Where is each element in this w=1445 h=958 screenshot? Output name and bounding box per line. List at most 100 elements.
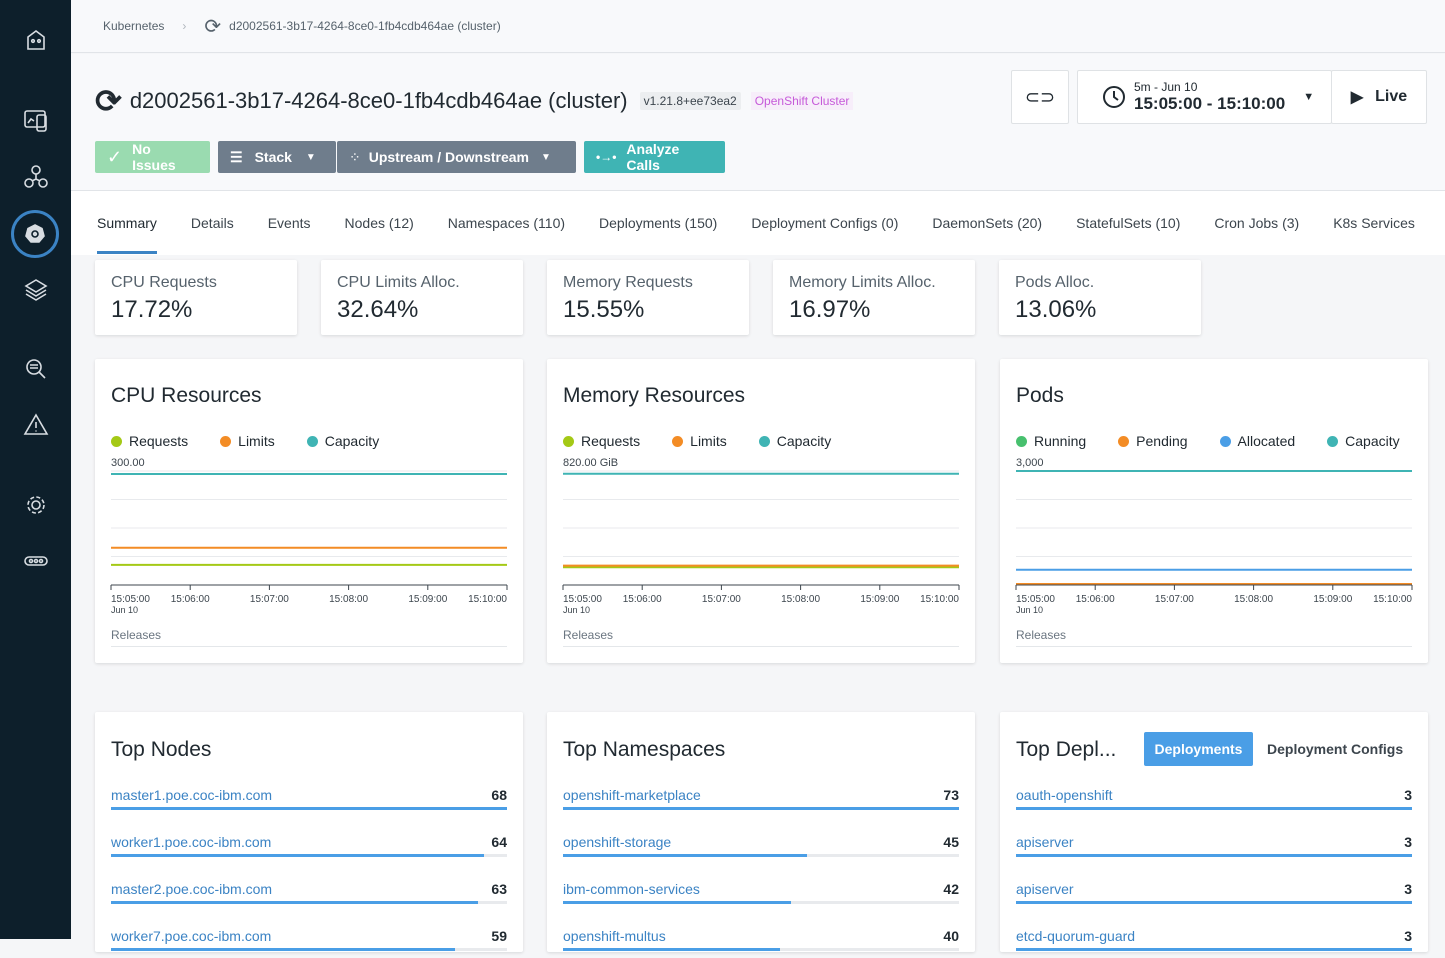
chart-plot: 15:05:00 15:06:00 15:07:00 15:08:00 15:09:00… bbox=[1015, 470, 1413, 615]
item-link[interactable]: worker1.poe.coc-ibm.com bbox=[111, 834, 271, 850]
stat-card: CPU Limits Alloc. 32.64% bbox=[321, 260, 523, 335]
check-icon: ✓ bbox=[107, 146, 123, 167]
caret-down-icon: ▼ bbox=[1303, 91, 1315, 103]
breadcrumb-kubernetes[interactable]: Kubernetes bbox=[103, 19, 164, 33]
x-tick-label: 15:05:00 bbox=[111, 594, 150, 605]
item-bar-fill bbox=[563, 948, 780, 951]
tab-deployment-configs-0[interactable]: Deployment Configs (0) bbox=[751, 215, 898, 231]
item-bar-fill bbox=[563, 807, 959, 810]
item-link[interactable]: master1.poe.coc-ibm.com bbox=[111, 787, 272, 803]
cluster-type-badge: OpenShift Cluster bbox=[750, 92, 854, 110]
no-issues-button[interactable]: ✓ No Issues bbox=[95, 141, 210, 173]
list-item: openshift-storage 45 bbox=[563, 834, 959, 864]
deployments-tab[interactable]: Deployments bbox=[1144, 732, 1253, 766]
item-link[interactable]: oauth-openshift bbox=[1016, 787, 1113, 803]
item-link[interactable]: openshift-multus bbox=[563, 928, 666, 944]
stat-value: 17.72% bbox=[111, 296, 193, 323]
x-tick-label: 15:07:00 bbox=[702, 594, 741, 605]
item-link[interactable]: master2.poe.coc-ibm.com bbox=[111, 881, 272, 897]
x-tick-label: 15:07:00 bbox=[250, 594, 289, 605]
logo-icon[interactable] bbox=[19, 24, 53, 58]
x-tick-label: 15:08:00 bbox=[1234, 594, 1273, 605]
list-item: ibm-common-services 42 bbox=[563, 881, 959, 911]
item-link[interactable]: openshift-marketplace bbox=[563, 787, 701, 803]
analyze-calls-button[interactable]: •→• Analyze Calls bbox=[584, 141, 725, 173]
time-range-picker[interactable]: 5m - Jun 10 15:05:00 - 15:10:00 ▼ bbox=[1077, 70, 1332, 124]
item-link[interactable]: worker7.poe.coc-ibm.com bbox=[111, 928, 271, 944]
chart-plot: 15:05:00 15:06:00 15:07:00 15:08:00 15:09:00… bbox=[110, 470, 508, 615]
tab-statefulsets-10[interactable]: StatefulSets (10) bbox=[1076, 215, 1180, 231]
stat-label: Memory Requests bbox=[563, 274, 693, 291]
stack-icon: ☰ bbox=[230, 148, 243, 165]
stat-value: 13.06% bbox=[1015, 296, 1097, 323]
stat-label: Pods Alloc. bbox=[1015, 274, 1095, 291]
tab-details[interactable]: Details bbox=[191, 215, 234, 231]
search-analytics-icon[interactable] bbox=[19, 352, 53, 386]
stack-layers-icon[interactable] bbox=[19, 273, 53, 307]
infrastructure-icon[interactable] bbox=[19, 160, 53, 194]
stat-value: 15.55% bbox=[563, 296, 645, 323]
tab-summary[interactable]: Summary bbox=[97, 215, 157, 254]
tab-namespaces-110[interactable]: Namespaces (110) bbox=[448, 215, 565, 231]
stack-button[interactable]: ☰ Stack ▼ bbox=[218, 141, 336, 173]
more-icon[interactable] bbox=[19, 544, 53, 578]
list-item: oauth-openshift 3 bbox=[1016, 787, 1412, 817]
x-tick-label: 15:10:00 bbox=[468, 594, 507, 605]
tab-cron-jobs-3[interactable]: Cron Jobs (3) bbox=[1214, 215, 1299, 231]
x-tick-label: 15:10:00 bbox=[920, 594, 959, 605]
tab-bar: Summary Details Events Nodes (12) Namespaces… bbox=[71, 190, 1445, 255]
settings-gear-icon[interactable] bbox=[19, 488, 53, 522]
time-range-label: 5m - Jun 10 bbox=[1134, 80, 1198, 94]
openshift-icon: ⟳ bbox=[204, 15, 222, 38]
stat-label: CPU Limits Alloc. bbox=[337, 274, 460, 291]
item-bar-fill bbox=[1016, 807, 1412, 810]
x-tick-label: 15:05:00 bbox=[1016, 594, 1055, 605]
tab-k8s-services[interactable]: K8s Services bbox=[1333, 215, 1415, 231]
openshift-icon: ⟳ bbox=[95, 83, 122, 119]
item-bar-fill bbox=[111, 948, 455, 951]
releases-divider bbox=[1016, 646, 1412, 647]
tab-events[interactable]: Events bbox=[268, 215, 311, 231]
alert-warning-icon[interactable] bbox=[19, 408, 53, 442]
breadcrumb: Kubernetes › ⟳ d2002561-3b17-4264-8ce0-1… bbox=[71, 0, 1445, 53]
item-count: 59 bbox=[491, 928, 507, 944]
deployment-configs-tab[interactable]: Deployment Configs bbox=[1267, 741, 1403, 757]
item-count: 68 bbox=[491, 787, 507, 803]
entity-header: ⟳ d2002561-3b17-4264-8ce0-1fb4cdb464ae (… bbox=[71, 54, 1445, 190]
list-item: worker7.poe.coc-ibm.com 59 bbox=[111, 928, 507, 958]
releases-label: Releases bbox=[111, 628, 162, 642]
upstream-downstream-button[interactable]: ⁘ Upstream / Downstream ▼ bbox=[337, 141, 576, 173]
item-link[interactable]: apiserver bbox=[1016, 881, 1074, 897]
link-icon: ⊂⊃ bbox=[1024, 86, 1056, 107]
stat-card: Memory Requests 15.55% bbox=[547, 260, 749, 335]
item-link[interactable]: ibm-common-services bbox=[563, 881, 700, 897]
x-tick-label: 15:06:00 bbox=[1076, 594, 1115, 605]
top-nodes-title: Top Nodes bbox=[111, 738, 212, 761]
time-range-value: 15:05:00 - 15:10:00 bbox=[1134, 94, 1286, 113]
tab-deployments-150[interactable]: Deployments (150) bbox=[599, 215, 717, 231]
item-link[interactable]: openshift-storage bbox=[563, 834, 671, 850]
top-deployments-title: Top Depl... bbox=[1016, 738, 1117, 761]
cpu-resources-chart: CPU Resources Requests Limits Capacity 300.0… bbox=[95, 359, 523, 663]
tab-daemonsets-20[interactable]: DaemonSets (20) bbox=[932, 215, 1042, 231]
item-bar-fill bbox=[111, 901, 478, 904]
tab-nodes-12[interactable]: Nodes (12) bbox=[345, 215, 414, 231]
dependency-icon: ⁘ bbox=[349, 148, 361, 165]
list-item: worker1.poe.coc-ibm.com 64 bbox=[111, 834, 507, 864]
item-link[interactable]: etcd-quorum-guard bbox=[1016, 928, 1135, 944]
releases-label: Releases bbox=[1016, 628, 1067, 642]
copy-link-button[interactable]: ⊂⊃ bbox=[1011, 70, 1069, 124]
x-date-label: Jun 10 bbox=[111, 605, 138, 615]
page-title: d2002561-3b17-4264-8ce0-1fb4cdb464ae (cl… bbox=[129, 88, 628, 113]
item-link[interactable]: apiserver bbox=[1016, 834, 1074, 850]
releases-label: Releases bbox=[563, 628, 614, 642]
kubernetes-icon[interactable] bbox=[11, 210, 59, 258]
item-count: 42 bbox=[943, 881, 959, 897]
item-bar-fill bbox=[1016, 948, 1412, 951]
list-item: master2.poe.coc-ibm.com 63 bbox=[111, 881, 507, 911]
x-tick-label: 15:09:00 bbox=[408, 594, 447, 605]
chevron-right-icon: › bbox=[182, 19, 187, 33]
list-item: openshift-marketplace 73 bbox=[563, 787, 959, 817]
live-button[interactable]: ▶ Live bbox=[1331, 70, 1427, 124]
dashboards-icon[interactable] bbox=[19, 104, 53, 138]
